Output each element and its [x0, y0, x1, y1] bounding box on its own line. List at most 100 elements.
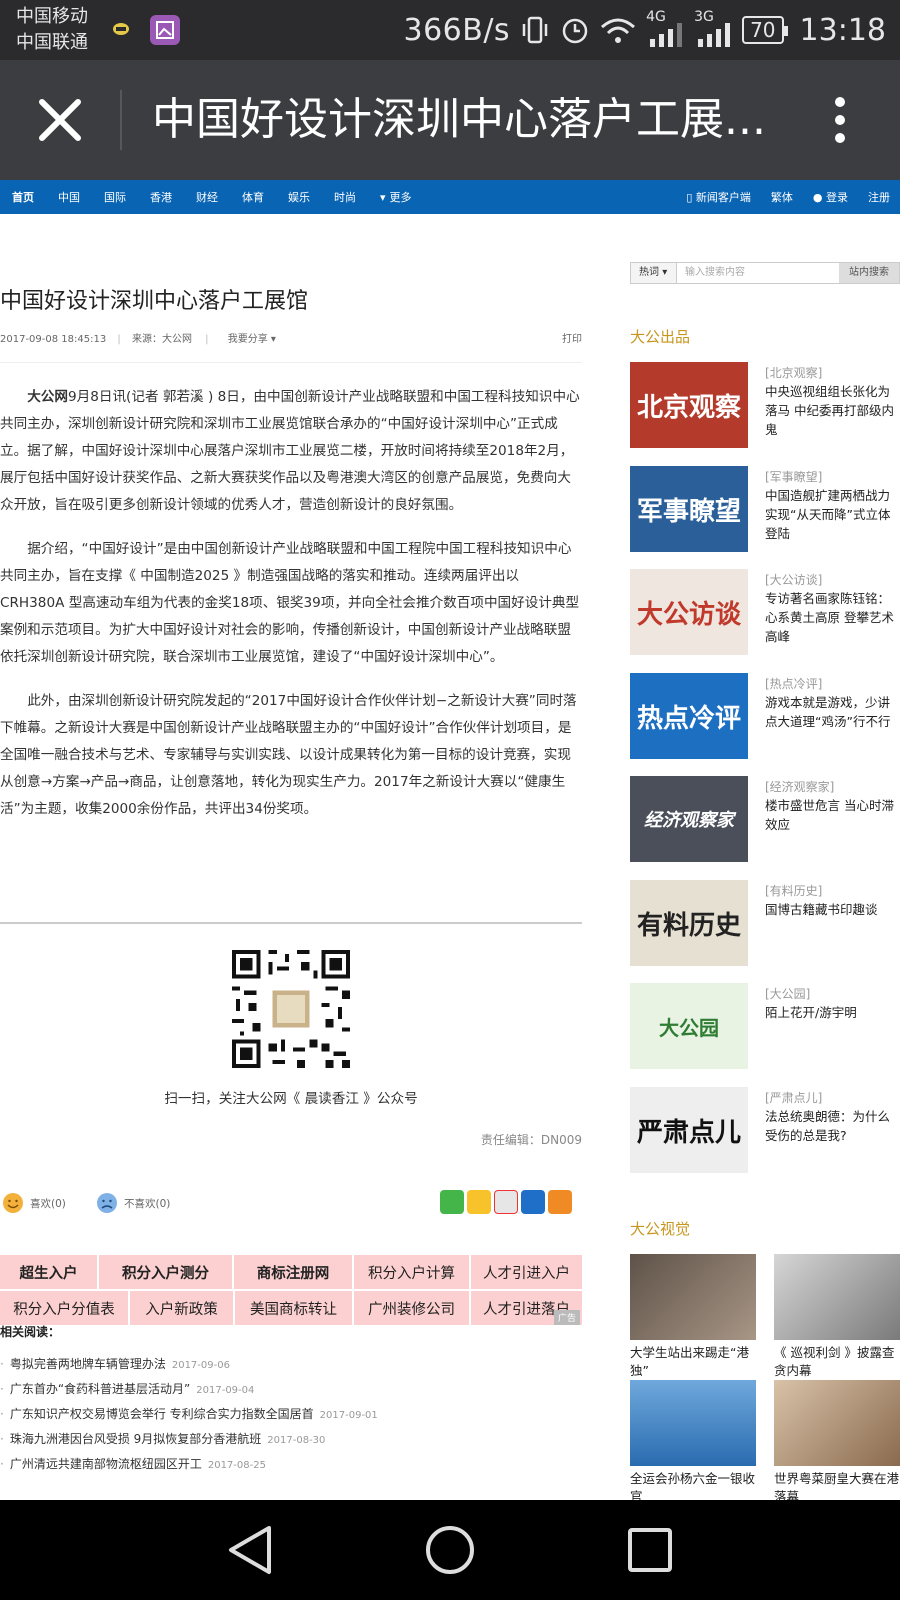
- pick-thumbnail: 热点冷评: [630, 673, 748, 759]
- related-title: 珠海九洲港因台风受损 9月拟恢复部分香港航班: [9, 1432, 262, 1446]
- ad-link[interactable]: 入户新政策: [130, 1291, 233, 1325]
- pick-thumbnail: 大公园: [630, 983, 748, 1069]
- pick-title: 游戏本就是游戏，少讲点大道理“鸡汤”行不行: [765, 695, 891, 729]
- paragraph-1: 大公网9月8日讯(记者 郭若溪 ) 8日，由中国创新设计产业战略联盟和中国工程科…: [0, 384, 582, 519]
- pick-tag: [有料历史]: [765, 884, 823, 898]
- meta-separator: |: [117, 334, 121, 345]
- phone-icon: ▯: [686, 191, 693, 204]
- related-item[interactable]: 广州清远共建南部物流枢纽园区开工 2017-08-25: [0, 1452, 582, 1477]
- wechat-share-icon[interactable]: [440, 1190, 464, 1214]
- carrier-2: 中国联通: [16, 32, 88, 53]
- ad-grid: 超生入户 积分入户测分 商标注册网 积分入户计算 人才引进入户 积分入户分值表 …: [0, 1255, 582, 1327]
- recents-icon[interactable]: [626, 1526, 674, 1574]
- ad-link[interactable]: 超生入户: [0, 1255, 97, 1289]
- ad-link[interactable]: 积分入户分值表: [0, 1291, 128, 1325]
- related-list: 粤拟完善两地牌车辆管理办法 2017-09-06 广东首办“食药科普进基层活动月”…: [0, 1352, 582, 1477]
- back-icon[interactable]: [225, 1524, 275, 1576]
- ad-link[interactable]: 美国商标转让: [235, 1291, 352, 1325]
- nav-finance[interactable]: 财经: [196, 189, 218, 205]
- gallery-icon: [150, 15, 180, 45]
- renren-share-icon[interactable]: [521, 1190, 545, 1214]
- ad-link[interactable]: 人才引进入户: [471, 1255, 582, 1289]
- visual-caption: 《 巡视利剑 》披露查贪内幕: [774, 1345, 895, 1378]
- article-source: 来源：大公网: [131, 334, 192, 345]
- paragraph-2: 据介绍，“中国好设计”是由中国创新设计产业战略联盟和中国工程院中国工程科技知识中…: [0, 541, 580, 665]
- carrier-1: 中国移动: [16, 6, 88, 27]
- pick-thumbnail: 北京观察: [630, 362, 748, 448]
- more-share-icon[interactable]: [548, 1190, 572, 1214]
- share-label: 我要分享: [227, 334, 268, 345]
- nav-account: ▯ 新闻客户端 繁体 ● 登录 注册: [686, 180, 890, 214]
- pick-thumbnail: 大公访谈: [630, 569, 748, 655]
- visual-item[interactable]: 《 巡视利剑 》披露查贪内幕: [774, 1254, 900, 1380]
- home-icon[interactable]: [424, 1524, 476, 1576]
- nav-hongkong[interactable]: 香港: [150, 189, 172, 205]
- dislike-count: 不喜欢(0): [124, 1197, 171, 1210]
- pick-item[interactable]: 严肃点儿 [严肃点儿] 法总统奥朗德：为什么受伤的总是我?: [630, 1087, 900, 1173]
- nav-register[interactable]: 注册: [868, 189, 890, 205]
- search-input[interactable]: 输入搜索内容: [685, 263, 745, 283]
- dislike-button[interactable]: 不喜欢(0): [96, 1192, 170, 1214]
- search-button[interactable]: 站内搜索: [839, 263, 899, 283]
- nav-world[interactable]: 国际: [104, 189, 126, 205]
- pick-item[interactable]: 北京观察 [北京观察] 中央巡视组组长张化为落马 中纪委再打部级内鬼: [630, 362, 900, 448]
- carrier-info: 中国移动 中国联通: [16, 4, 88, 56]
- nav-fashion[interactable]: 时尚: [334, 189, 356, 205]
- pick-item[interactable]: 热点冷评 [热点冷评] 游戏本就是游戏，少讲点大道理“鸡汤”行不行: [630, 673, 900, 759]
- related-item[interactable]: 广东首办“食药科普进基层活动月” 2017-09-04: [0, 1377, 582, 1402]
- paragraph-1-text: 9月8日讯(记者 郭若溪 ) 8日，由中国创新设计产业战略联盟和中国工程科技知识…: [0, 389, 580, 513]
- related-item[interactable]: 珠海九洲港因台风受损 9月拟恢复部分香港航班 2017-08-30: [0, 1427, 582, 1452]
- pick-title: 中央巡视组组长张化为落马 中纪委再打部级内鬼: [765, 384, 894, 437]
- pick-tag: [大公园]: [765, 987, 811, 1001]
- ad-row: 超生入户 积分入户测分 商标注册网 积分入户计算 人才引进入户: [0, 1255, 582, 1289]
- nav-channels: 首页 中国 国际 香港 财经 体育 娱乐 时尚 ▾ 更多: [12, 180, 460, 214]
- search-scope-select[interactable]: 热词 ▾: [631, 263, 677, 283]
- ad-link[interactable]: 广州装修公司: [354, 1291, 469, 1325]
- like-button[interactable]: 喜欢(0): [2, 1192, 66, 1214]
- ad-link[interactable]: 积分入户计算: [354, 1255, 469, 1289]
- site-search: 热词 ▾ 输入搜索内容 站内搜索: [630, 262, 900, 284]
- responsible-editor: 责任编辑：DN009: [480, 1133, 582, 1147]
- qzone-share-icon[interactable]: [467, 1190, 491, 1214]
- nav-app[interactable]: ▯ 新闻客户端: [686, 189, 751, 205]
- title-divider: [120, 90, 122, 150]
- nav-home[interactable]: 首页: [12, 189, 34, 205]
- print-link[interactable]: 打印: [562, 330, 582, 345]
- pick-title: 专访著名画家陈钰铭：心系黄土高原 登攀艺术高峰: [765, 591, 894, 644]
- lead-source: 大公网: [27, 389, 68, 405]
- related-heading: 相关阅读：: [0, 1325, 61, 1339]
- related-item[interactable]: 粤拟完善两地牌车辆管理办法 2017-09-06: [0, 1352, 582, 1377]
- qr-caption: 扫一扫，关注大公网《 晨读香江 》公众号: [164, 1091, 418, 1107]
- nav-sports[interactable]: 体育: [242, 189, 264, 205]
- nav-traditional[interactable]: 繁体: [771, 189, 793, 205]
- related-date: 2017-08-25: [207, 1460, 266, 1471]
- ad-badge: 广告: [553, 1310, 580, 1325]
- pick-title: 楼市盛世危言 当心时滞效应: [765, 798, 894, 832]
- ad-link[interactable]: 积分入户测分: [99, 1255, 232, 1289]
- pick-item[interactable]: 经济观察家 [经济观察家] 楼市盛世危言 当心时滞效应: [630, 776, 900, 862]
- alarm-icon: [562, 18, 588, 44]
- more-menu-icon[interactable]: [820, 92, 860, 152]
- notification-icon: [113, 23, 129, 35]
- related-title: 广东首办“食药科普进基层活动月”: [9, 1382, 191, 1396]
- visual-item[interactable]: 世界粤菜厨皇大赛在港落幕: [774, 1380, 900, 1506]
- article-meta: 2017-09-08 18:45:13 | 来源：大公网 | 我要分享 ▾ 打印: [0, 330, 582, 345]
- weibo-share-icon[interactable]: [494, 1190, 518, 1214]
- pick-item[interactable]: 大公园 [大公园] 陌上花开/游宇明: [630, 983, 900, 1069]
- share-menu[interactable]: 我要分享 ▾: [228, 334, 276, 345]
- site-nav: 首页 中国 国际 香港 财经 体育 娱乐 时尚 ▾ 更多 ▯ 新闻客户端 繁体 ●…: [0, 180, 900, 214]
- close-icon[interactable]: [30, 90, 90, 150]
- pick-item[interactable]: 军事瞭望 [军事瞭望] 中国造舰扩建两栖战力 实现“从天而降”式立体登陆: [630, 466, 900, 552]
- nav-entertainment[interactable]: 娱乐: [288, 189, 310, 205]
- nav-more[interactable]: ▾ 更多: [380, 189, 436, 205]
- nav-login[interactable]: ● 登录: [813, 189, 848, 205]
- pick-item[interactable]: 有料历史 [有料历史] 国博古籍藏书印趣谈: [630, 880, 900, 966]
- visual-item[interactable]: 大学生站出来踢走“港独”: [630, 1254, 756, 1380]
- pick-item[interactable]: 大公访谈 [大公访谈] 专访著名画家陈钰铭：心系黄土高原 登攀艺术高峰: [630, 569, 900, 655]
- divider: [0, 922, 582, 924]
- nav-china[interactable]: 中国: [58, 189, 80, 205]
- related-item[interactable]: 广东知识产权交易博览会举行 专利综合实力指数全国居首 2017-09-01: [0, 1402, 582, 1427]
- visual-item[interactable]: 全运会孙杨六金一银收官: [630, 1380, 756, 1506]
- divider: [0, 362, 582, 363]
- ad-link[interactable]: 商标注册网: [234, 1255, 352, 1289]
